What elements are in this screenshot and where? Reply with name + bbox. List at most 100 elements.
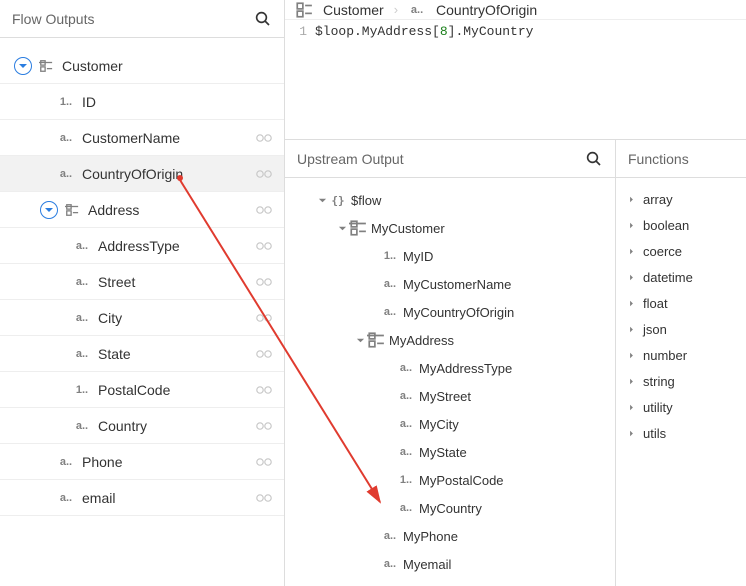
link-icon <box>256 457 276 467</box>
tree-item-postalcode[interactable]: 1..PostalCode <box>0 372 284 408</box>
link-icon <box>256 133 276 143</box>
search-icon[interactable] <box>254 10 272 28</box>
function-category-coerce[interactable]: coerce <box>616 238 746 264</box>
tree-item-street[interactable]: a.. Street <box>0 264 284 300</box>
upstream-item-mypostalcode[interactable]: 1..MyPostalCode <box>285 466 615 494</box>
string-icon: a.. <box>72 420 92 432</box>
tree-label: CountryOfOrigin <box>82 166 256 182</box>
expand-toggle[interactable] <box>40 201 58 219</box>
tree-item-city[interactable]: a..City <box>0 300 284 336</box>
object-icon <box>295 1 313 19</box>
tree-label: $flow <box>351 193 381 208</box>
upstream-item-mycity[interactable]: a..MyCity <box>285 410 615 438</box>
function-category-boolean[interactable]: boolean <box>616 212 746 238</box>
upstream-item-myemail[interactable]: a..Myemail <box>285 550 615 578</box>
function-category-string[interactable]: string <box>616 368 746 394</box>
caret-down-icon[interactable] <box>353 336 367 345</box>
function-category-array[interactable]: array <box>616 186 746 212</box>
link-icon <box>256 277 276 287</box>
caret-right-icon <box>628 403 635 412</box>
upstream-panel: Upstream Output {}$flowMyCustomer1..MyID… <box>285 140 616 586</box>
function-category-datetime[interactable]: datetime <box>616 264 746 290</box>
upstream-item-myaddresstype[interactable]: a..MyAddressType <box>285 354 615 382</box>
string-icon: a.. <box>56 132 76 144</box>
tree-label: MyID <box>403 249 433 264</box>
tree-label: MyCountry <box>419 501 482 516</box>
tree-item-email[interactable]: a..email <box>0 480 284 516</box>
tree-label: CustomerName <box>82 130 256 146</box>
string-icon: a.. <box>408 4 426 16</box>
breadcrumb: Customer › a.. CountryOfOrigin <box>285 0 746 20</box>
upstream-item-mycountryoforigin[interactable]: a.. MyCountryOfOrigin <box>285 298 615 326</box>
upstream-item-mystreet[interactable]: a.. MyStreet <box>285 382 615 410</box>
caret-right-icon <box>628 221 635 230</box>
upstream-item-mycustomername[interactable]: a..MyCustomerName <box>285 270 615 298</box>
function-category-float[interactable]: float <box>616 290 746 316</box>
expand-toggle[interactable] <box>14 57 32 75</box>
upstream-item-mycustomer[interactable]: MyCustomer <box>285 214 615 242</box>
functions-header: Functions <box>616 140 746 178</box>
caret-right-icon <box>628 377 635 386</box>
tree-label: Phone <box>82 454 256 470</box>
tree-label: ID <box>82 94 276 110</box>
caret-down-icon[interactable] <box>315 196 329 205</box>
upstream-item-mycountry[interactable]: a..MyCountry <box>285 494 615 522</box>
string-icon: a.. <box>72 348 92 360</box>
function-label: json <box>643 322 667 337</box>
number-icon: 1.. <box>397 474 415 486</box>
upstream-item-mystate[interactable]: a..MyState <box>285 438 615 466</box>
tree-label: MyPhone <box>403 529 458 544</box>
upstream-item-myaddress[interactable]: MyAddress <box>285 326 615 354</box>
string-icon: a.. <box>72 276 92 288</box>
caret-right-icon <box>628 299 635 308</box>
crumb-customer[interactable]: Customer <box>323 2 384 18</box>
tree-label: MyAddressType <box>419 361 512 376</box>
tree-item-addresstype[interactable]: a..AddressType <box>0 228 284 264</box>
tree-item-id[interactable]: 1..ID <box>0 84 284 120</box>
link-icon <box>256 241 276 251</box>
string-icon: a.. <box>397 446 415 458</box>
tree-label: Street <box>98 274 256 290</box>
tree-item-address[interactable]: Address <box>0 192 284 228</box>
search-icon[interactable] <box>585 150 603 168</box>
string-icon: a.. <box>56 168 76 180</box>
flow-outputs-tree: Customer1..IDa..CustomerNamea..CountryOf… <box>0 38 284 586</box>
number-icon: 1.. <box>381 250 399 262</box>
function-label: coerce <box>643 244 682 259</box>
link-icon <box>256 385 276 395</box>
link-icon <box>256 349 276 359</box>
function-label: string <box>643 374 675 389</box>
upstream-item-myid[interactable]: 1.. MyID <box>285 242 615 270</box>
string-icon: a.. <box>381 306 399 318</box>
expression-editor[interactable]: 1 $loop.MyAddress[8].MyCountry <box>285 20 746 140</box>
caret-right-icon <box>628 325 635 334</box>
tree-item-phone[interactable]: a..Phone <box>0 444 284 480</box>
function-category-utils[interactable]: utils <box>616 420 746 446</box>
tree-item-country[interactable]: a..Country <box>0 408 284 444</box>
tree-label: Myemail <box>403 557 451 572</box>
flow-outputs-title: Flow Outputs <box>12 11 94 27</box>
editor-side: Customer › a.. CountryOfOrigin 1 $loop.M… <box>285 0 746 586</box>
string-icon: a.. <box>397 390 415 402</box>
function-category-utility[interactable]: utility <box>616 394 746 420</box>
caret-right-icon <box>628 247 635 256</box>
function-label: utility <box>643 400 673 415</box>
function-category-number[interactable]: number <box>616 342 746 368</box>
caret-right-icon <box>628 429 635 438</box>
tree-item-customer[interactable]: Customer <box>0 48 284 84</box>
function-category-json[interactable]: json <box>616 316 746 342</box>
tree-label: MyStreet <box>419 389 471 404</box>
tree-item-customername[interactable]: a.. CustomerName <box>0 120 284 156</box>
crumb-country[interactable]: CountryOfOrigin <box>436 2 537 18</box>
functions-tree: arrayboolean coerce datetimefloat json numbe… <box>616 178 746 454</box>
tree-item-countryoforigin[interactable]: a.. CountryOfOrigin <box>0 156 284 192</box>
upstream-tree: {}$flowMyCustomer 1.. MyID a..MyCustomerNam… <box>285 178 615 586</box>
caret-down-icon[interactable] <box>335 224 349 233</box>
tree-item-state[interactable]: a..State <box>0 336 284 372</box>
function-label: number <box>643 348 687 363</box>
editor-code[interactable]: $loop.MyAddress[8].MyCountry <box>315 24 533 39</box>
tree-label: MyCountryOfOrigin <box>403 305 514 320</box>
number-icon: 1.. <box>72 384 92 396</box>
upstream-item-myphone[interactable]: a..MyPhone <box>285 522 615 550</box>
upstream-item-flow[interactable]: {}$flow <box>285 186 615 214</box>
